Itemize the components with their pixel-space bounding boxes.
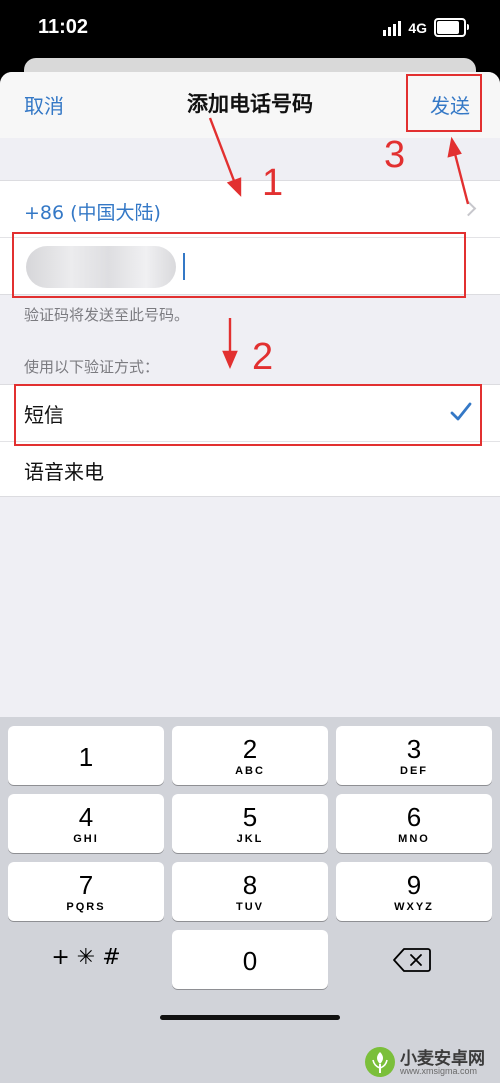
key-2[interactable]: 2 ABC [172, 726, 328, 785]
key-7[interactable]: 7 PQRS [8, 862, 164, 921]
key-5[interactable]: 5 JKL [172, 794, 328, 853]
hint-text: 验证码将发送至此号码。 [24, 306, 190, 324]
key-0[interactable]: 0 [172, 930, 328, 989]
signal-icon [383, 20, 402, 36]
annotation-step-1: 1 [262, 162, 284, 204]
watermark: 小麦安卓网 www.xmsigma.com [364, 1044, 494, 1080]
key-6[interactable]: 6 MNO [336, 794, 492, 853]
home-indicator [160, 1015, 340, 1020]
annotation-box-phone-input [12, 232, 466, 298]
key-symbols[interactable]: + ✳ # [8, 930, 164, 989]
status-bar: 11:02 4G [0, 0, 500, 64]
option-voice-label: 语音来电 [24, 460, 104, 484]
annotation-step-2: 2 [252, 336, 274, 378]
status-time: 11:02 [38, 16, 89, 38]
key-4[interactable]: 4 GHI [8, 794, 164, 853]
annotation-step-3: 3 [384, 134, 406, 176]
country-code-row[interactable]: +86 (中国大陆) [0, 180, 500, 237]
verify-method-label: 使用以下验证方式： [24, 358, 160, 376]
key-9[interactable]: 9 WXYZ [336, 862, 492, 921]
key-8[interactable]: 8 TUV [172, 862, 328, 921]
key-1[interactable]: 1 [8, 726, 164, 785]
backspace-icon [393, 948, 431, 972]
network-type: 4G [408, 19, 427, 36]
key-3[interactable]: 3 DEF [336, 726, 492, 785]
battery-icon [434, 18, 469, 37]
chevron-right-icon [460, 200, 477, 217]
status-indicators: 4G [383, 18, 469, 37]
option-voice-call[interactable]: 语音来电 [0, 441, 500, 497]
annotation-box-send [406, 74, 482, 132]
country-code-label: +86 (中国大陆) [24, 202, 161, 224]
numeric-keypad: 1 2 ABC 3 DEF 4 GHI 5 JKL 6 MNO 7 PQRS 8… [0, 717, 500, 1083]
watermark-logo-icon [365, 1047, 395, 1077]
delete-key[interactable] [336, 930, 492, 989]
watermark-url: www.xmsigma.com [400, 1066, 478, 1076]
annotation-box-sms-option [14, 384, 482, 446]
